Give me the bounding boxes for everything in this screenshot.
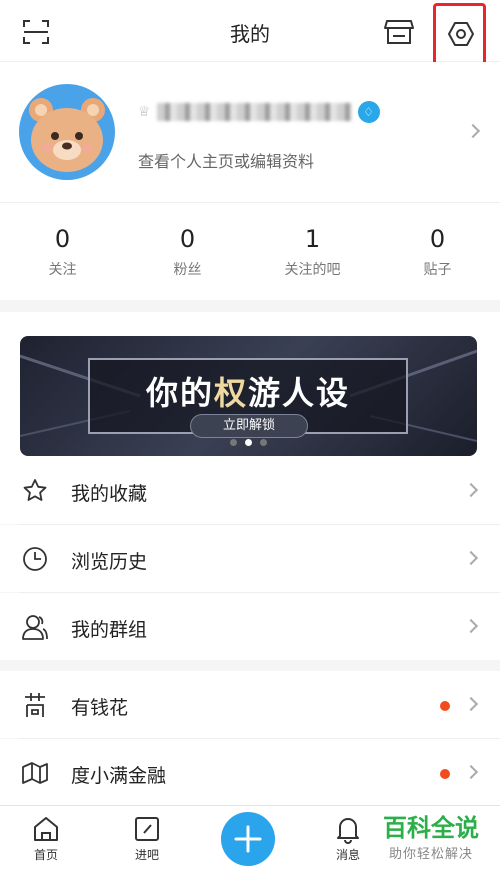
username-blurred bbox=[156, 103, 352, 121]
menu-label: 有钱花 bbox=[71, 697, 129, 719]
chevron-right-icon bbox=[465, 123, 481, 139]
clock-icon bbox=[23, 547, 47, 571]
tab-home[interactable]: 首页 bbox=[16, 814, 76, 863]
banner-section: 你的权游人设 立即解锁 bbox=[0, 312, 500, 457]
profile-subtitle: 查看个人主页或编辑资料 bbox=[138, 152, 315, 171]
watermark-logo: 百科全说 bbox=[383, 814, 479, 842]
stat-fans[interactable]: 0 粉丝 bbox=[125, 203, 250, 300]
youqianhua-icon bbox=[25, 693, 45, 717]
chevron-right-icon bbox=[463, 764, 479, 780]
stat-label: 关注的吧 bbox=[284, 262, 341, 278]
banner-title-part: 游人设 bbox=[248, 374, 351, 412]
home-icon bbox=[34, 817, 58, 841]
banner-title: 你的权游人设 bbox=[90, 368, 406, 414]
stat-following[interactable]: 0 关注 bbox=[0, 203, 125, 300]
menu-item-groups[interactable]: 我的群组 bbox=[0, 593, 500, 660]
carousel-dots bbox=[20, 431, 477, 450]
carousel-dot[interactable] bbox=[230, 439, 237, 446]
stat-posts[interactable]: 0 贴子 bbox=[375, 203, 500, 300]
menu-label: 浏览历史 bbox=[71, 551, 148, 573]
banner-title-highlight: 权 bbox=[213, 374, 248, 412]
group-icon bbox=[22, 615, 48, 640]
profile-card[interactable]: ♕ ♢ 查看个人主页或编辑资料 bbox=[0, 62, 500, 202]
star-icon bbox=[23, 479, 47, 501]
stat-value: 0 bbox=[54, 225, 71, 253]
stat-label: 粉丝 bbox=[173, 262, 202, 278]
notification-dot bbox=[440, 769, 450, 779]
bell-icon bbox=[337, 818, 359, 844]
watermark-slogan: 助你轻松解决 bbox=[388, 847, 473, 862]
tab-label: 进吧 bbox=[134, 848, 159, 862]
banner-frame: 你的权游人设 立即解锁 bbox=[88, 358, 408, 438]
menu-item-youqianhua[interactable]: 有钱花 bbox=[0, 671, 500, 738]
settings-highlight bbox=[433, 3, 486, 66]
chevron-right-icon bbox=[463, 618, 479, 634]
chevron-right-icon bbox=[463, 696, 479, 712]
carousel-dot-active[interactable] bbox=[245, 439, 252, 446]
chevron-right-icon bbox=[463, 550, 479, 566]
book-icon bbox=[22, 762, 48, 784]
enter-bar-icon bbox=[135, 817, 159, 841]
stat-label: 关注 bbox=[48, 262, 77, 278]
stat-value: 0 bbox=[429, 225, 446, 253]
vip-badge: ♢ bbox=[357, 101, 380, 123]
level-icon: ♕ bbox=[138, 104, 151, 120]
plus-icon bbox=[234, 825, 262, 853]
tab-label: 消息 bbox=[335, 848, 360, 862]
page-title: 我的 bbox=[230, 22, 270, 46]
menu-item-favorites[interactable]: 我的收藏 bbox=[0, 457, 500, 524]
menu-label: 我的群组 bbox=[71, 619, 148, 641]
watermark: 百科全说 助你轻松解决 bbox=[372, 808, 490, 868]
carousel-dot[interactable] bbox=[260, 439, 267, 446]
stats-row: 0 关注 0 粉丝 1 关注的吧 0 贴子 bbox=[0, 202, 500, 300]
tab-messages[interactable]: 消息 bbox=[318, 814, 378, 863]
post-button[interactable] bbox=[221, 812, 275, 866]
menu-item-history[interactable]: 浏览历史 bbox=[0, 525, 500, 592]
menu-item-duxiaoman[interactable]: 度小满金融 bbox=[0, 739, 500, 806]
avatar[interactable] bbox=[19, 84, 115, 180]
menu-label: 度小满金融 bbox=[71, 765, 167, 787]
store-icon[interactable] bbox=[384, 18, 414, 46]
top-bar: 我的 bbox=[0, 0, 500, 66]
stat-value: 1 bbox=[304, 225, 321, 253]
promo-banner[interactable]: 你的权游人设 立即解锁 bbox=[20, 336, 477, 456]
chevron-right-icon bbox=[463, 482, 479, 498]
stat-value: 0 bbox=[179, 225, 196, 253]
bear-avatar-icon bbox=[29, 98, 105, 172]
username-row: ♕ ♢ bbox=[138, 100, 380, 124]
banner-title-part: 你的 bbox=[145, 374, 214, 412]
stat-followed-bars[interactable]: 1 关注的吧 bbox=[250, 203, 375, 300]
stat-label: 贴子 bbox=[423, 262, 452, 278]
notification-dot bbox=[440, 701, 450, 711]
tab-label: 首页 bbox=[33, 848, 58, 862]
menu-label: 我的收藏 bbox=[71, 483, 148, 505]
tab-enter-bar[interactable]: 进吧 bbox=[117, 814, 177, 863]
settings-icon[interactable] bbox=[447, 20, 475, 48]
